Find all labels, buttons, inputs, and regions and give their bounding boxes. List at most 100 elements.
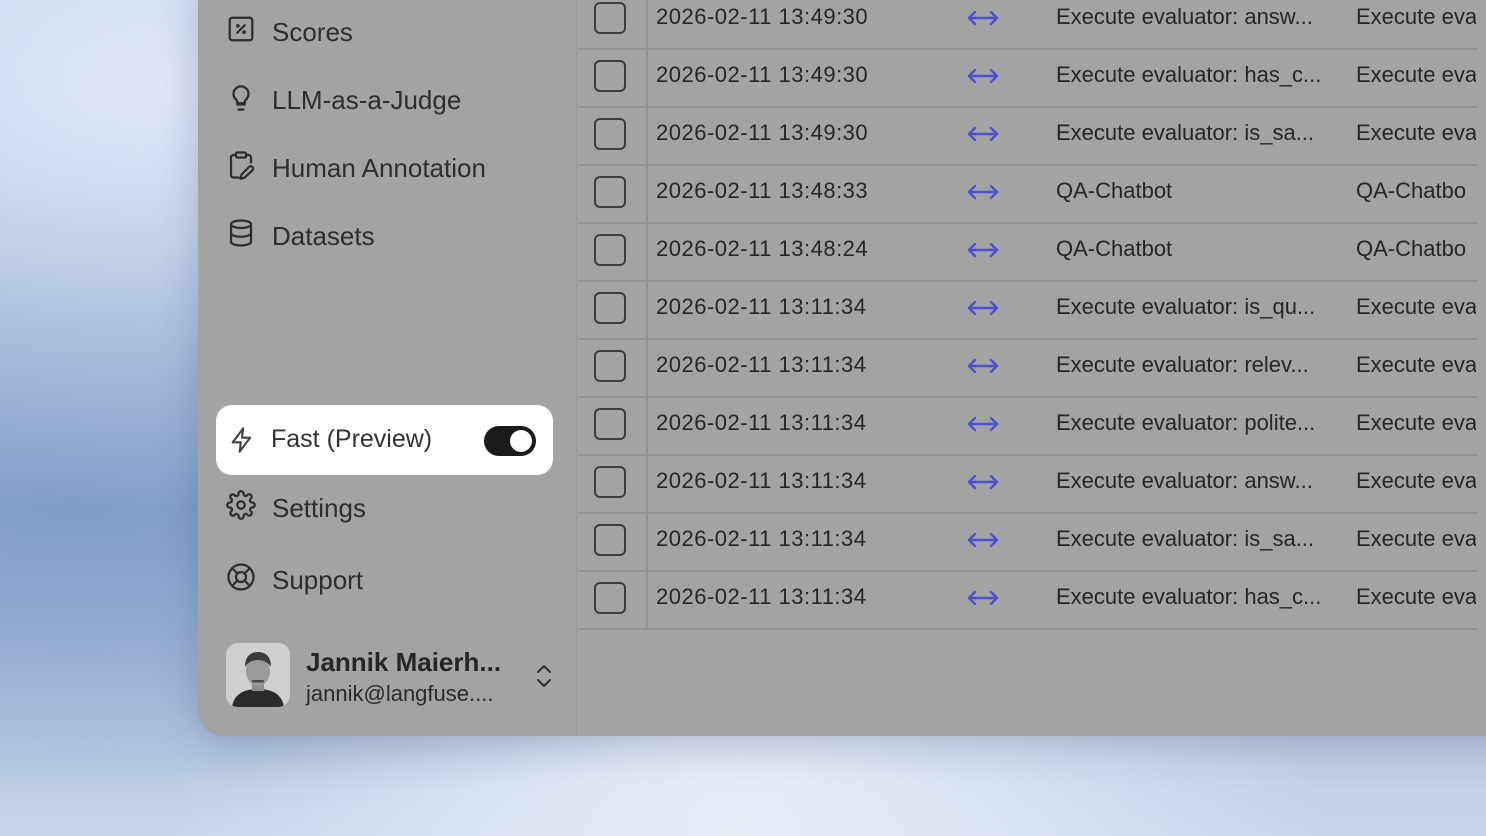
lightbulb-icon [226, 82, 256, 119]
percent-square-icon [226, 14, 256, 51]
name-cell: QA-Chatbot [1056, 236, 1173, 261]
lifebuoy-icon [226, 562, 256, 599]
name-cell: Execute evaluator: is_sa... [1056, 526, 1315, 551]
secondary-name-cell: Execute eva [1356, 294, 1476, 319]
gear-icon [226, 489, 256, 527]
name-cell: Execute evaluator: polite... [1056, 410, 1316, 435]
secondary-name-cell: Execute eva [1356, 584, 1476, 609]
timestamp-cell: 2026-02-11 13:48:24 [656, 236, 869, 261]
toggle-knob [510, 430, 532, 452]
checkbox-cell [578, 338, 648, 396]
checkbox-cell [578, 164, 648, 222]
row-checkbox[interactable] [594, 292, 626, 324]
fast-preview-card[interactable]: Fast (Preview) [216, 405, 553, 475]
row-checkbox[interactable] [594, 234, 626, 266]
fast-preview-label: Fast (Preview) [271, 425, 433, 453]
expand-arrow-icon[interactable] [966, 8, 1000, 28]
fast-preview-toggle[interactable] [484, 426, 536, 456]
timestamp-cell: 2026-02-11 13:49:30 [656, 62, 869, 87]
table-row[interactable]: 2026-02-11 13:49:30 Execute evaluator: a… [578, 0, 1478, 50]
sidebar: Scores LLM-as-a-Judge Human Annotation D… [198, 0, 577, 736]
sidebar-item-scores[interactable]: Scores [226, 10, 353, 54]
secondary-name-cell: Execute eva [1356, 468, 1476, 493]
row-checkbox[interactable] [594, 118, 626, 150]
row-checkbox[interactable] [594, 176, 626, 208]
checkbox-cell [578, 280, 648, 338]
name-cell: Execute evaluator: relev... [1056, 352, 1309, 377]
row-checkbox[interactable] [594, 2, 626, 34]
name-cell: Execute evaluator: is_sa... [1056, 120, 1315, 145]
checkbox-cell [578, 222, 648, 280]
table-row[interactable]: 2026-02-11 13:11:34 Execute evaluator: h… [578, 570, 1478, 630]
row-checkbox[interactable] [594, 408, 626, 440]
table-row[interactable]: 2026-02-11 13:11:34 Execute evaluator: r… [578, 338, 1478, 398]
secondary-name-cell: Execute eva [1356, 4, 1476, 29]
sidebar-item-settings[interactable]: Settings [226, 486, 366, 530]
name-cell: QA-Chatbot [1056, 178, 1173, 203]
database-icon [226, 218, 256, 255]
table-row[interactable]: 2026-02-11 13:11:34 Execute evaluator: a… [578, 454, 1478, 514]
sidebar-item-label: Scores [272, 16, 353, 47]
expand-arrow-icon[interactable] [966, 66, 1000, 86]
app-window: Scores LLM-as-a-Judge Human Annotation D… [198, 0, 1486, 736]
expand-arrow-icon[interactable] [966, 530, 1000, 550]
checkbox-cell [578, 396, 648, 454]
table-row[interactable]: 2026-02-11 13:49:30 Execute evaluator: i… [578, 106, 1478, 166]
sidebar-item-label: Support [272, 564, 364, 595]
checkbox-cell [578, 106, 648, 164]
checkbox-cell [578, 454, 648, 512]
expand-arrow-icon[interactable] [966, 298, 1000, 318]
timestamp-cell: 2026-02-11 13:11:34 [656, 526, 867, 551]
timestamp-cell: 2026-02-11 13:11:34 [656, 468, 867, 493]
user-menu[interactable]: Jannik Maierh... jannik@langfuse.... [226, 643, 566, 709]
name-cell: Execute evaluator: is_qu... [1056, 294, 1316, 319]
secondary-name-cell: Execute eva [1356, 352, 1476, 377]
sidebar-item-datasets[interactable]: Datasets [226, 214, 375, 258]
timestamp-cell: 2026-02-11 13:48:33 [656, 178, 869, 203]
lightning-icon [228, 426, 256, 454]
expand-arrow-icon[interactable] [966, 124, 1000, 144]
table-row[interactable]: 2026-02-11 13:11:34 Execute evaluator: i… [578, 280, 1478, 340]
table-row[interactable]: 2026-02-11 13:49:30 Execute evaluator: h… [578, 48, 1478, 108]
sidebar-item-support[interactable]: Support [226, 558, 363, 602]
user-email: jannik@langfuse.... [306, 681, 494, 706]
chevron-up-down-icon[interactable] [532, 661, 556, 691]
expand-arrow-icon[interactable] [966, 356, 1000, 376]
table-row[interactable]: 2026-02-11 13:11:34 Execute evaluator: i… [578, 512, 1478, 572]
table-row[interactable]: 2026-02-11 13:48:33 QA-Chatbot QA-Chatbo [578, 164, 1478, 224]
secondary-name-cell: Execute eva [1356, 526, 1476, 551]
expand-arrow-icon[interactable] [966, 472, 1000, 492]
checkbox-cell [578, 0, 648, 48]
sidebar-item-human-annotation[interactable]: Human Annotation [226, 146, 486, 190]
timestamp-cell: 2026-02-11 13:11:34 [656, 410, 867, 435]
secondary-name-cell: Execute eva [1356, 410, 1476, 435]
sidebar-item-label: Settings [272, 492, 366, 523]
secondary-name-cell: Execute eva [1356, 62, 1476, 87]
row-checkbox[interactable] [594, 524, 626, 556]
clipboard-pen-icon [226, 150, 256, 187]
secondary-name-cell: QA-Chatbo [1356, 178, 1467, 203]
sidebar-item-llm-as-a-judge[interactable]: LLM-as-a-Judge [226, 78, 461, 122]
table-row[interactable]: 2026-02-11 13:11:34 Execute evaluator: p… [578, 396, 1478, 456]
expand-arrow-icon[interactable] [966, 588, 1000, 608]
row-checkbox[interactable] [594, 466, 626, 498]
name-cell: Execute evaluator: has_c... [1056, 584, 1322, 609]
sidebar-item-label: Datasets [272, 220, 375, 251]
name-cell: Execute evaluator: answ... [1056, 4, 1313, 29]
row-checkbox[interactable] [594, 60, 626, 92]
timestamp-cell: 2026-02-11 13:49:30 [656, 120, 869, 145]
expand-arrow-icon[interactable] [966, 182, 1000, 202]
expand-arrow-icon[interactable] [966, 414, 1000, 434]
table-row[interactable]: 2026-02-11 13:48:24 QA-Chatbot QA-Chatbo [578, 222, 1478, 282]
sidebar-item-label: LLM-as-a-Judge [272, 84, 462, 115]
checkbox-cell [578, 48, 648, 106]
user-name: Jannik Maierh... [306, 647, 502, 677]
expand-arrow-icon[interactable] [966, 240, 1000, 260]
checkbox-cell [578, 570, 648, 628]
row-checkbox[interactable] [594, 582, 626, 614]
timestamp-cell: 2026-02-11 13:11:34 [656, 584, 867, 609]
row-checkbox[interactable] [594, 350, 626, 382]
timestamp-cell: 2026-02-11 13:11:34 [656, 352, 867, 377]
name-cell: Execute evaluator: has_c... [1056, 62, 1322, 87]
secondary-name-cell: QA-Chatbo [1356, 236, 1467, 261]
